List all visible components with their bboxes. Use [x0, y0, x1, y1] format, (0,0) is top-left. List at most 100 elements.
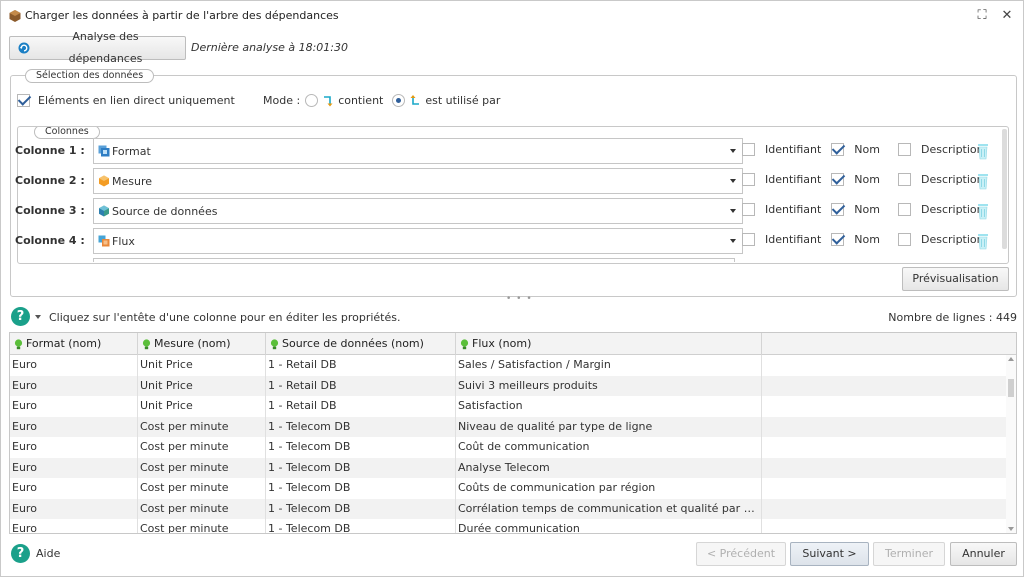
help-question-icon[interactable]: ? [11, 307, 30, 326]
chevron-down-icon [730, 179, 736, 183]
table-cell: Cost per minute [140, 419, 229, 433]
identifier-label: Identifiant [765, 173, 822, 186]
grid-body: Euro Unit Price 1 - Retail DB Sales / Sa… [10, 355, 1006, 534]
column-2-identifier-checkbox[interactable] [742, 173, 755, 186]
grid-hint-row: ? Cliquez sur l'entête d'une colonne pou… [11, 307, 1017, 327]
mode-contains-label: contient [338, 94, 384, 107]
table-cell: Euro [12, 522, 37, 534]
grid-header-flow[interactable]: Flux (nom) [456, 333, 762, 355]
table-cell: 1 - Telecom DB [268, 501, 351, 515]
delete-column-1-trash-icon[interactable] [977, 142, 989, 160]
column-2-select[interactable]: Mesure [93, 168, 743, 194]
preview-grid: Format (nom) Mesure (nom) Source de donn… [9, 332, 1017, 534]
table-cell: Euro [12, 419, 37, 433]
column-row: Colonne 1 : Format Identifiant Nom Descr… [9, 138, 999, 164]
table-row[interactable]: Euro Cost per minute 1 - Telecom DB Nive… [10, 416, 1006, 437]
description-label: Description [920, 233, 984, 246]
mode-used-by-label: est utilisé par [425, 94, 501, 107]
column-1-name-checkbox[interactable] [831, 143, 845, 156]
column-4-identifier-checkbox[interactable] [742, 233, 755, 246]
delete-column-3-trash-icon[interactable] [977, 202, 989, 220]
column-2-description-checkbox[interactable] [897, 173, 911, 186]
column-divider [455, 355, 456, 533]
column-3-name-checkbox[interactable] [831, 203, 845, 216]
delete-column-2-trash-icon[interactable] [977, 172, 989, 190]
grid-header-label: Flux (nom) [472, 337, 532, 350]
measure-icon [99, 175, 109, 187]
caret-down-icon[interactable] [35, 315, 41, 319]
column-3-options: Identifiant Nom Description [742, 203, 984, 216]
column-4-description-checkbox[interactable] [897, 233, 911, 246]
table-row[interactable]: Euro Cost per minute 1 - Telecom DB Corr… [10, 498, 1006, 519]
datasource-icon [99, 205, 109, 217]
table-cell: Coûts de communication par région [458, 481, 656, 494]
table-cell: 1 - Telecom DB [268, 440, 351, 453]
scroll-thumb[interactable] [1008, 379, 1014, 397]
help-link[interactable]: ? Aide [11, 544, 60, 563]
identifier-label: Identifiant [765, 143, 822, 156]
grid-header-measure[interactable]: Mesure (nom) [138, 333, 266, 355]
splitter-handle[interactable]: • • • [506, 294, 533, 304]
column-label: Colonne 4 : [15, 234, 85, 247]
table-cell: Euro [12, 399, 37, 412]
table-row[interactable]: Euro Cost per minute 1 - Telecom DB Anal… [10, 457, 1006, 478]
column-3-select[interactable]: Source de données [93, 198, 743, 224]
column-1-description-checkbox[interactable] [897, 143, 911, 156]
lightbulb-icon [460, 338, 469, 349]
table-cell: Cost per minute [140, 481, 229, 494]
column-4-select[interactable]: Flux [93, 228, 743, 254]
mode-used-by-radio[interactable] [392, 94, 406, 107]
table-cell: 1 - Retail DB [268, 399, 337, 412]
column-1-select[interactable]: Format [93, 138, 743, 164]
description-label: Description [920, 203, 984, 216]
scroll-down-icon[interactable] [1008, 527, 1014, 531]
data-selection-legend: Sélection des données [25, 69, 155, 83]
table-row[interactable]: Euro Unit Price 1 - Retail DB Suivi 3 me… [10, 375, 1006, 396]
lightbulb-icon [270, 338, 279, 349]
column-5-select-partial[interactable] [93, 258, 735, 262]
close-icon[interactable]: ✕ [998, 7, 1016, 25]
analyze-dependencies-button[interactable]: Analyse des dépendances [9, 30, 186, 65]
name-label: Nom [854, 233, 880, 246]
table-cell: Coût de communication [458, 440, 590, 453]
column-2-name-checkbox[interactable] [831, 173, 845, 186]
table-cell: Unit Price [140, 399, 193, 412]
column-1-identifier-checkbox[interactable] [742, 143, 755, 156]
table-cell: 1 - Telecom DB [268, 460, 351, 474]
mode-contains-radio[interactable] [305, 94, 319, 107]
chevron-down-icon [730, 209, 736, 213]
column-row: Colonne 4 : Flux Identifiant Nom Descrip… [9, 228, 999, 254]
table-row[interactable]: Euro Cost per minute 1 - Telecom DB Coût… [10, 437, 1006, 458]
direct-only-option[interactable]: Eléments en lien direct uniquement [17, 94, 235, 107]
finish-button[interactable]: Terminer [873, 542, 945, 566]
table-row[interactable]: Euro Cost per minute 1 - Telecom DB Coût… [10, 478, 1006, 499]
column-3-identifier-checkbox[interactable] [742, 203, 755, 216]
column-row: Colonne 2 : Mesure Identifiant Nom Descr… [9, 168, 999, 194]
mode-selector: Mode : contient est utilisé par [263, 94, 500, 107]
description-label: Description [920, 143, 984, 156]
grid-header-datasource[interactable]: Source de données (nom) [266, 333, 456, 355]
preview-button[interactable]: Prévisualisation [902, 267, 1009, 291]
name-label: Nom [854, 203, 880, 216]
table-row[interactable]: Euro Unit Price 1 - Retail DB Sales / Sa… [10, 355, 1006, 376]
table-row[interactable]: Euro Cost per minute 1 - Telecom DB Duré… [10, 519, 1006, 534]
maximize-icon[interactable]: ⛶ [973, 7, 991, 25]
table-row[interactable]: Euro Unit Price 1 - Retail DB Satisfacti… [10, 396, 1006, 417]
table-cell: Suivi 3 meilleurs produits [458, 378, 598, 392]
grid-vertical-scrollbar[interactable] [1006, 355, 1016, 533]
column-4-name-checkbox[interactable] [831, 233, 845, 246]
delete-column-4-trash-icon[interactable] [977, 232, 989, 250]
scroll-up-icon[interactable] [1008, 357, 1014, 361]
chevron-down-icon [730, 149, 736, 153]
direct-only-checkbox[interactable] [17, 94, 30, 107]
column-4-value: Flux [112, 235, 135, 248]
columns-scrollbar[interactable] [1002, 129, 1007, 249]
column-1-options: Identifiant Nom Description [742, 143, 984, 156]
previous-button[interactable]: < Précédent [696, 542, 786, 566]
cancel-button[interactable]: Annuler [950, 542, 1017, 566]
description-label: Description [920, 173, 984, 186]
table-cell: Unit Price [140, 378, 193, 392]
next-button[interactable]: Suivant > [790, 542, 869, 566]
grid-header-format[interactable]: Format (nom) [10, 333, 138, 355]
column-3-description-checkbox[interactable] [897, 203, 911, 216]
